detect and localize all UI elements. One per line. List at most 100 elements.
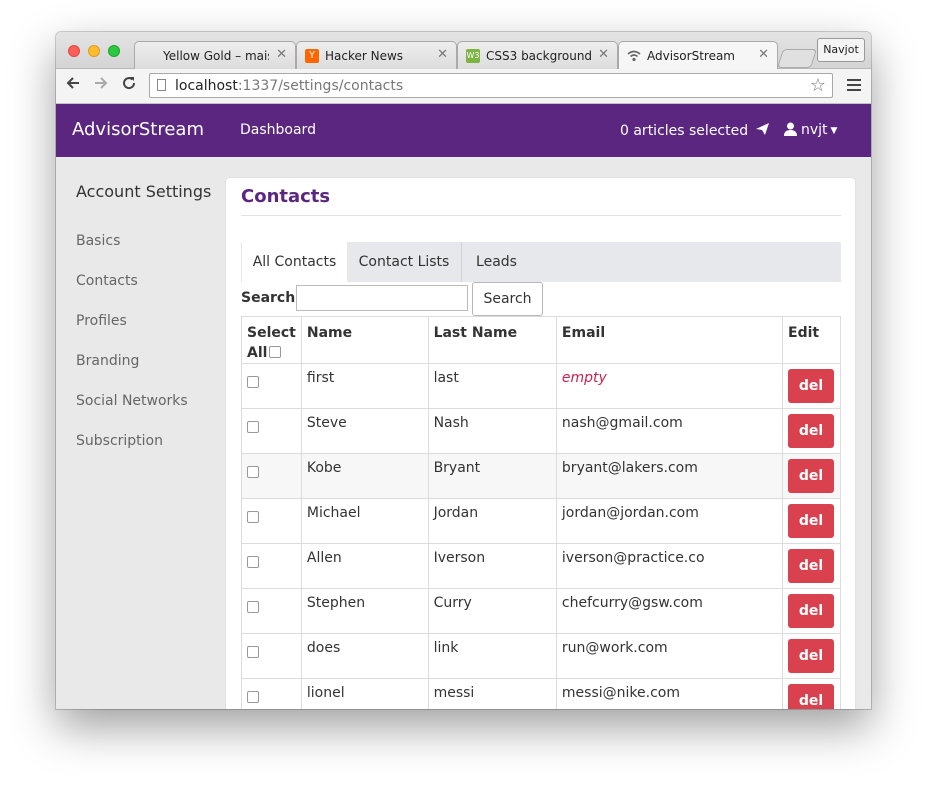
sidebar-item-basics[interactable]: Basics — [76, 233, 120, 249]
articles-selected-link[interactable]: 0 articles selected — [620, 123, 770, 139]
email-cell-empty[interactable]: empty — [562, 370, 607, 386]
maximize-window-button[interactable] — [108, 45, 120, 57]
delete-button[interactable]: del — [788, 459, 835, 493]
delete-button[interactable]: del — [788, 594, 835, 628]
tab-title: AdvisorStream — [647, 49, 735, 63]
close-icon[interactable]: ✕ — [276, 47, 287, 62]
divider — [241, 215, 841, 216]
row-checkbox[interactable] — [247, 376, 259, 388]
search-input[interactable] — [296, 285, 468, 311]
search-label: Search: — [241, 290, 301, 306]
name-header[interactable]: Name — [300, 316, 429, 364]
email-cell: chefcurry@gsw.com — [555, 588, 784, 634]
table-header-row: Select All Name Last Name Email Edit — [241, 316, 841, 364]
first-name-cell: Stephen — [300, 588, 429, 634]
email-cell: jordan@jordan.com — [555, 498, 784, 544]
row-checkbox[interactable] — [247, 466, 259, 478]
select-all-checkbox[interactable] — [269, 346, 282, 358]
first-name-cell: Allen — [300, 543, 429, 589]
brand-logo[interactable]: AdvisorStream — [72, 119, 204, 140]
tab-leads[interactable]: Leads — [461, 242, 531, 282]
email-cell: messi@nike.com — [555, 678, 784, 709]
delete-button[interactable]: del — [788, 639, 835, 673]
first-name-cell: does — [300, 633, 429, 679]
table-row: first last empty del — [241, 363, 841, 409]
profile-button[interactable]: Navjot — [817, 38, 865, 62]
first-name-cell: lionel — [300, 678, 429, 709]
email-cell: iverson@practice.co — [555, 543, 784, 589]
address-bar[interactable]: localhost:1337/settings/contacts ☆ — [149, 73, 833, 98]
edit-header: Edit — [782, 316, 841, 364]
browser-tab-2[interactable]: Y Hacker News ✕ — [296, 41, 457, 69]
page-icon — [157, 79, 166, 91]
delete-button[interactable]: del — [788, 504, 835, 538]
last-name-cell: Iverson — [427, 543, 557, 589]
delete-button[interactable]: del — [788, 684, 835, 709]
table-row: Steve Nash nash@gmail.com del — [241, 408, 841, 454]
first-name-cell: Michael — [300, 498, 429, 544]
table-row: Kobe Bryant bryant@lakers.com del — [241, 453, 841, 499]
first-name-cell: Kobe — [300, 453, 429, 499]
last-name-cell: Bryant — [427, 453, 557, 499]
minimize-window-button[interactable] — [88, 45, 100, 57]
table-row: Allen Iverson iverson@practice.co del — [241, 543, 841, 589]
delete-button[interactable]: del — [788, 414, 835, 448]
last-name-cell: Jordan — [427, 498, 557, 544]
email-cell: bryant@lakers.com — [555, 453, 784, 499]
row-checkbox[interactable] — [247, 601, 259, 613]
last-name-cell: Nash — [427, 408, 557, 454]
table-row: lionel messi messi@nike.com del — [241, 678, 841, 709]
browser-toolbar: localhost:1337/settings/contacts ☆ — [56, 69, 871, 104]
delete-button[interactable]: del — [788, 369, 835, 403]
bookmark-star-icon[interactable]: ☆ — [810, 75, 826, 96]
sidebar-item-subscription[interactable]: Subscription — [76, 433, 163, 449]
close-icon[interactable]: ✕ — [437, 47, 448, 62]
tab-all-contacts[interactable]: All Contacts — [241, 242, 347, 282]
hacker-news-icon: Y — [305, 49, 319, 63]
first-name-cell: first — [300, 363, 429, 409]
tab-title: Yellow Gold – maiso — [163, 49, 269, 63]
user-menu[interactable]: nvjt ▼ — [784, 122, 837, 140]
new-tab-button[interactable] — [776, 49, 818, 68]
sidebar-item-branding[interactable]: Branding — [76, 353, 139, 369]
browser-menu-icon[interactable] — [847, 79, 861, 92]
select-all-header: Select All — [241, 316, 302, 364]
sidebar-item-contacts[interactable]: Contacts — [76, 273, 138, 289]
wifi-icon — [627, 49, 641, 63]
tab-title: CSS3 background-s — [486, 49, 591, 63]
email-cell: nash@gmail.com — [555, 408, 784, 454]
forward-arrow-icon[interactable] — [93, 75, 109, 96]
search-button[interactable]: Search — [472, 282, 543, 316]
user-icon — [784, 122, 797, 140]
nav-dashboard-link[interactable]: Dashboard — [240, 122, 316, 138]
row-checkbox[interactable] — [247, 511, 259, 523]
sidebar-title: Account Settings — [76, 182, 212, 201]
tab-title: Hacker News — [325, 49, 404, 63]
contacts-tabs: All Contacts Contact Lists Leads — [241, 242, 841, 282]
close-window-button[interactable] — [68, 45, 80, 57]
last-name-header[interactable]: Last Name — [427, 316, 557, 364]
browser-tab-1[interactable]: Yellow Gold – maiso ✕ — [134, 41, 296, 69]
tab-strip: Yellow Gold – maiso ✕ Y Hacker News ✕ W3… — [56, 32, 871, 69]
sidebar-item-social-networks[interactable]: Social Networks — [76, 393, 188, 409]
close-icon[interactable]: ✕ — [598, 47, 609, 62]
delete-button[interactable]: del — [788, 549, 835, 583]
page-title: Contacts — [241, 186, 331, 207]
paper-plane-icon — [752, 123, 770, 139]
browser-tab-3[interactable]: W3 CSS3 background-s ✕ — [457, 41, 618, 69]
row-checkbox[interactable] — [247, 691, 259, 703]
row-checkbox[interactable] — [247, 646, 259, 658]
row-checkbox[interactable] — [247, 421, 259, 433]
browser-window: Yellow Gold – maiso ✕ Y Hacker News ✕ W3… — [56, 32, 871, 709]
table-row: Michael Jordan jordan@jordan.com del — [241, 498, 841, 544]
tab-contact-lists[interactable]: Contact Lists — [347, 242, 461, 282]
back-arrow-icon[interactable] — [65, 75, 81, 96]
reload-icon[interactable] — [121, 75, 137, 96]
close-icon[interactable]: ✕ — [758, 47, 769, 62]
sidebar-item-profiles[interactable]: Profiles — [76, 313, 127, 329]
email-header[interactable]: Email — [555, 316, 784, 364]
table-row: Stephen Curry chefcurry@gsw.com del — [241, 588, 841, 634]
last-name-cell: Curry — [427, 588, 557, 634]
browser-tab-active[interactable]: AdvisorStream ✕ — [618, 41, 778, 69]
row-checkbox[interactable] — [247, 556, 259, 568]
